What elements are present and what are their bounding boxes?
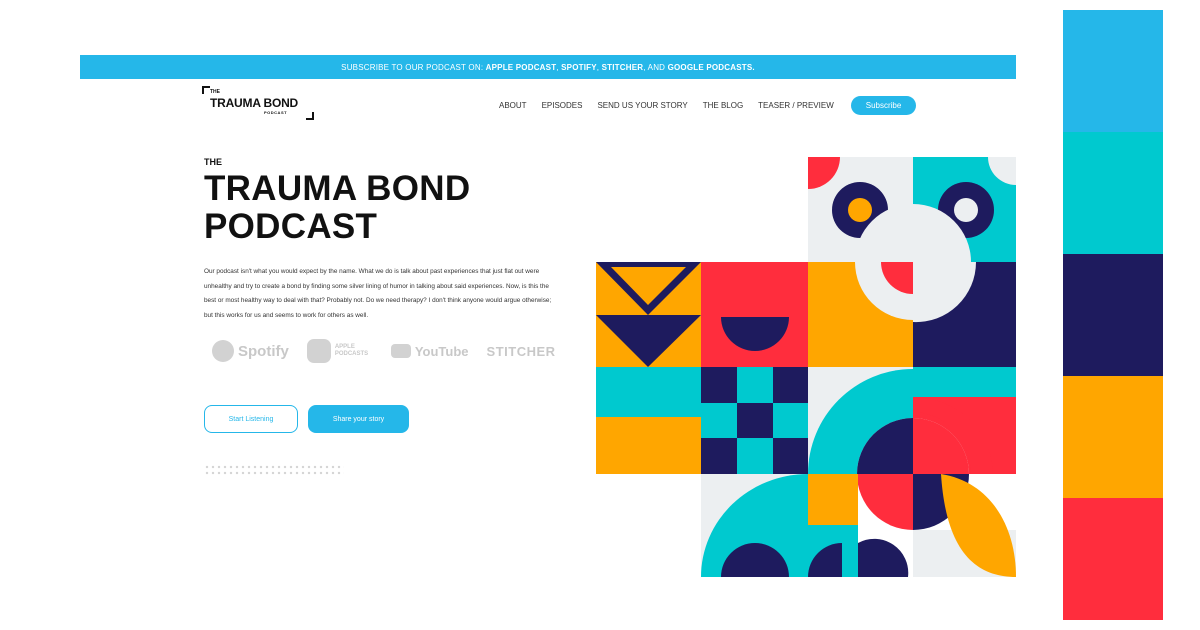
apple-podcasts-icon: [306, 339, 331, 363]
palette-swatch: [1063, 498, 1163, 620]
platform-stitcher[interactable]: STITCHER: [487, 344, 556, 359]
title-line-2: PODCAST: [204, 207, 378, 246]
platform-label: APPLE PODCASTS: [334, 344, 369, 357]
hero-eyebrow: THE: [204, 157, 222, 167]
platform-spotify[interactable]: Spotify: [212, 340, 289, 362]
site-logo[interactable]: THE TRAUMA BOND PODCAST: [202, 86, 314, 120]
start-listening-button[interactable]: Start Listening: [204, 405, 298, 433]
banner-link-google[interactable]: GOOGLE PODCASTS: [668, 63, 753, 72]
platform-apple-podcasts[interactable]: APPLE PODCASTS: [306, 339, 373, 363]
banner-link-spotify[interactable]: SPOTIFY: [561, 63, 597, 72]
nav-item-teaser[interactable]: TEASER / PREVIEW: [758, 101, 834, 110]
banner-link-stitcher[interactable]: STITCHER: [602, 63, 644, 72]
main-nav: ABOUT EPISODES SEND US YOUR STORY THE BL…: [499, 95, 917, 115]
logo-corner: [306, 112, 314, 120]
nav-item-episodes[interactable]: EPISODES: [542, 101, 583, 110]
page-title: TRAUMA BOND PODCAST: [204, 170, 524, 246]
palette-swatch: [1063, 132, 1163, 254]
platform-label: STITCHER: [486, 343, 556, 359]
logo-title: TRAUMA BOND: [210, 96, 299, 110]
youtube-icon: [390, 344, 411, 358]
palette-swatch: [1063, 10, 1163, 132]
nav-item-blog[interactable]: THE BLOG: [703, 101, 743, 110]
title-line-1: TRAUMA BOND: [204, 169, 471, 208]
palette-swatch: [1063, 376, 1163, 498]
logo-subtitle: PODCAST: [264, 110, 288, 115]
banner-prefix: SUBSCRIBE TO OUR PODCAST ON:: [341, 62, 486, 72]
hero-description: Our podcast isn't what you would expect …: [204, 268, 552, 319]
banner-end: .: [752, 62, 755, 72]
decorative-dots: [204, 464, 344, 476]
platform-label: YouTube: [414, 343, 469, 359]
banner-link-apple[interactable]: APPLE PODCAST: [486, 63, 557, 72]
platform-label: Spotify: [238, 342, 289, 360]
subscribe-banner: SUBSCRIBE TO OUR PODCAST ON: APPLE PODCA…: [80, 55, 1016, 79]
logo-the: THE: [210, 89, 220, 95]
palette-swatch: [1063, 254, 1163, 376]
logo-corner: [202, 86, 210, 94]
nav-item-about[interactable]: ABOUT: [499, 101, 527, 110]
spotify-icon: [212, 340, 234, 362]
nav-item-send-story[interactable]: SEND US YOUR STORY: [597, 101, 687, 110]
platform-youtube[interactable]: YouTube: [390, 343, 469, 359]
share-story-button[interactable]: Share your story: [308, 405, 409, 433]
color-palette: [1063, 10, 1163, 620]
geometric-artwork: [596, 157, 1016, 577]
subscribe-button[interactable]: Subscribe: [850, 95, 917, 115]
banner-separator: , AND: [643, 62, 668, 72]
platform-logos: Spotify APPLE PODCASTS YouTube STITCHER: [212, 339, 574, 363]
